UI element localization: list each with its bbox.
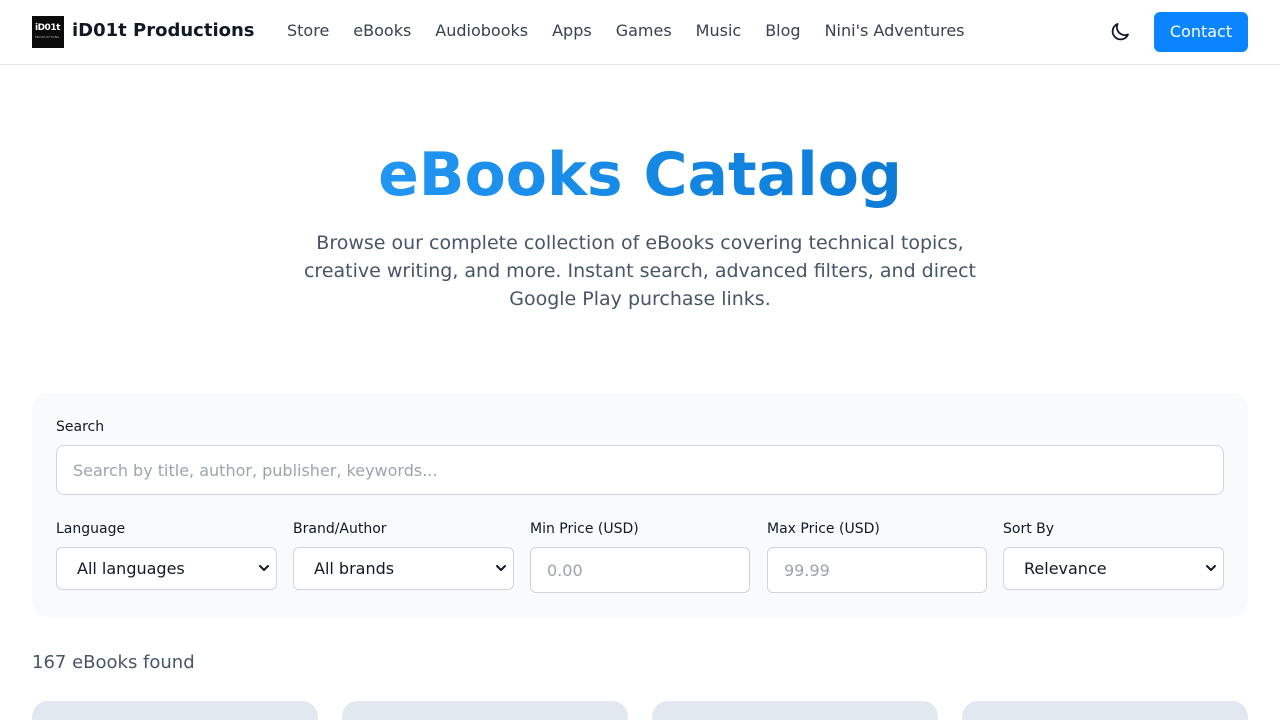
nav-item-store[interactable]: Store	[287, 21, 329, 41]
language-select-value: All languages	[77, 559, 185, 578]
chevron-down-icon	[259, 565, 269, 571]
contact-button[interactable]: Contact	[1154, 12, 1248, 52]
results-count: 167 eBooks found	[32, 652, 195, 673]
logo-text: iD01t	[35, 23, 60, 33]
ebook-card[interactable]	[652, 701, 938, 720]
chevron-down-icon	[496, 565, 506, 571]
min-price-input[interactable]	[530, 547, 750, 593]
page-subtitle: Browse our complete collection of eBooks…	[303, 232, 976, 310]
max-price-label: Max Price (USD)	[767, 521, 880, 537]
theme-toggle-button[interactable]	[1108, 20, 1132, 44]
main-nav: Store eBooks Audiobooks Apps Games Music…	[287, 21, 965, 41]
nav-item-ebooks[interactable]: eBooks	[353, 21, 411, 41]
brand-logo[interactable]: iD01t PRODUCTIONS	[32, 16, 64, 48]
nav-item-apps[interactable]: Apps	[552, 21, 592, 41]
brand-select-value: All brands	[314, 559, 395, 578]
ebook-card[interactable]	[962, 701, 1248, 720]
nav-item-blog[interactable]: Blog	[765, 21, 800, 41]
sort-select[interactable]: Relevance	[1003, 547, 1224, 590]
nav-item-ninis-adventures[interactable]: Nini's Adventures	[825, 21, 965, 41]
sort-select-value: Relevance	[1024, 559, 1107, 578]
sort-label: Sort By	[1003, 521, 1055, 537]
language-label: Language	[56, 521, 126, 537]
nav-item-music[interactable]: Music	[696, 21, 742, 41]
brand-name[interactable]: iD01t Productions	[72, 20, 255, 42]
chevron-down-icon	[1206, 565, 1216, 571]
search-input[interactable]	[56, 445, 1224, 495]
nav-item-audiobooks[interactable]: Audiobooks	[435, 21, 528, 41]
brand-select[interactable]: All brands	[293, 547, 514, 590]
min-price-label: Min Price (USD)	[530, 521, 639, 537]
site-header: iD01t PRODUCTIONS iD01t Productions Stor…	[0, 0, 1280, 65]
search-label: Search	[56, 419, 105, 435]
ebook-card[interactable]	[342, 701, 628, 720]
page-title: eBooks Catalog	[0, 138, 1280, 212]
moon-icon	[1111, 23, 1129, 41]
page-title-text: eBooks Catalog	[378, 140, 902, 210]
language-select[interactable]: All languages	[56, 547, 277, 590]
ebook-card[interactable]	[32, 701, 318, 720]
nav-item-games[interactable]: Games	[616, 21, 672, 41]
max-price-input[interactable]	[767, 547, 987, 593]
logo-subtext: PRODUCTIONS	[35, 35, 60, 39]
brand-label: Brand/Author	[293, 521, 387, 537]
